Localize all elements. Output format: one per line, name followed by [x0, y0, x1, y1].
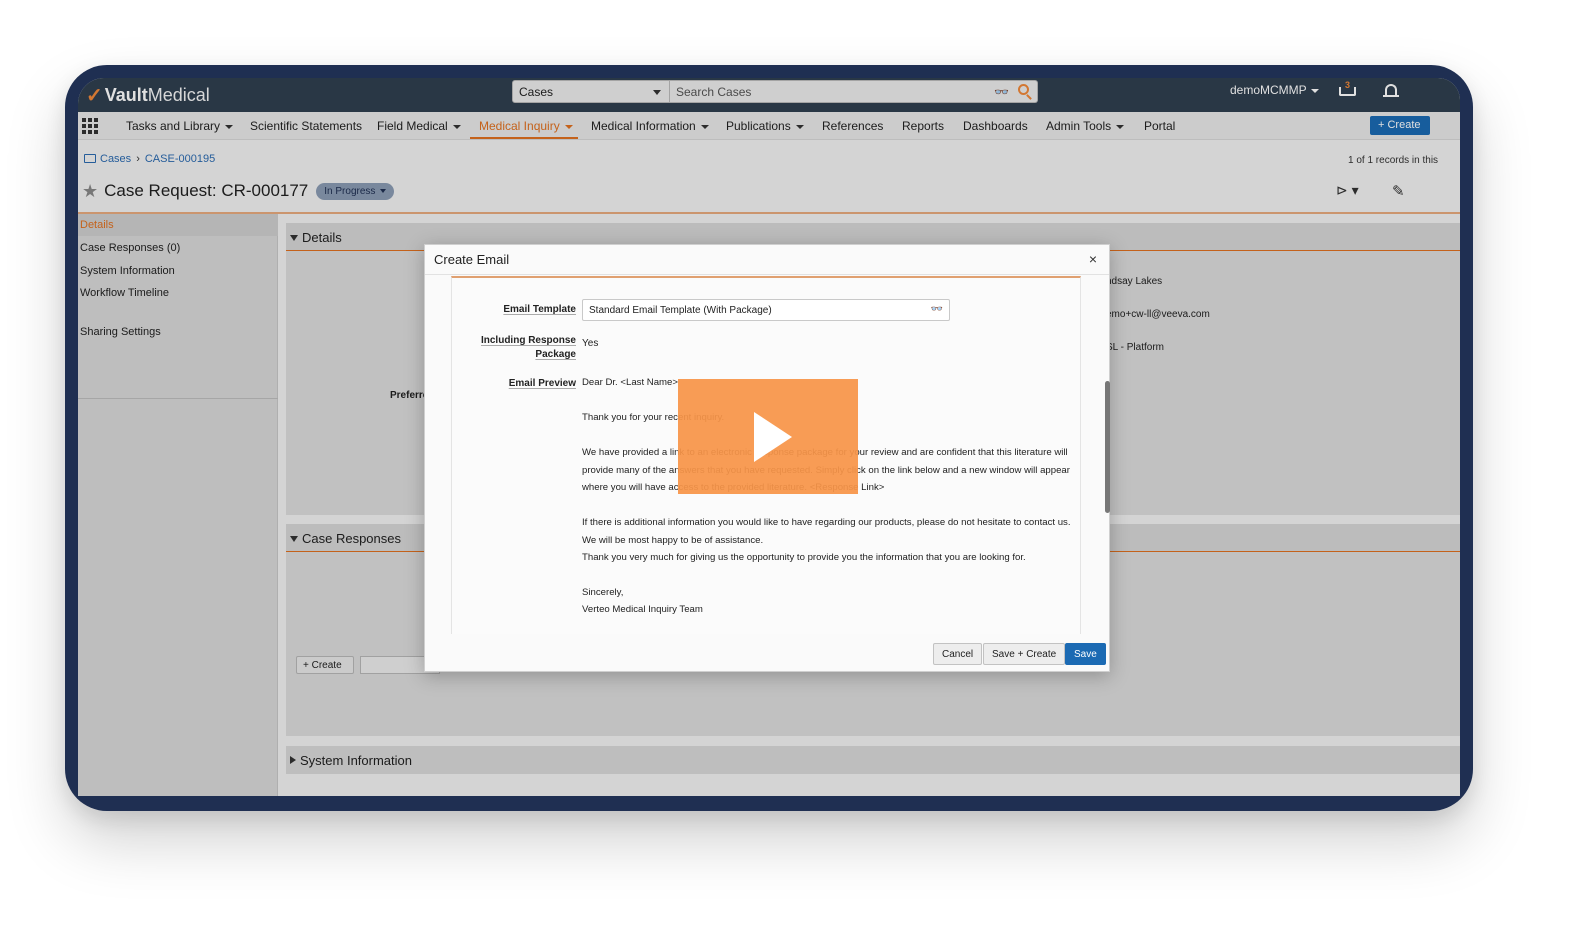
email-preview-label: Email Preview [508, 378, 576, 389]
preview-line: We will be most happy to be of assistanc… [582, 535, 764, 546]
save-create-button[interactable]: Save + Create [983, 643, 1066, 665]
binoculars-icon[interactable]: 👓 [931, 304, 943, 315]
dialog-footer: Cancel Save + Create Save [425, 641, 1109, 673]
email-template-label: Email Template [503, 304, 576, 315]
dialog-header: Create Email × [425, 245, 1109, 275]
including-response-value: Yes [582, 338, 599, 349]
preview-line: Thank you very much for giving us the op… [582, 552, 1026, 563]
email-template-value: Standard Email Template (With Package) [589, 305, 772, 316]
preview-line: Verteo Medical Inquiry Team [582, 604, 703, 615]
email-template-field[interactable]: Standard Email Template (With Package) 👓 [582, 299, 950, 321]
including-response-label: Including Response Package [480, 335, 576, 360]
save-button[interactable]: Save [1065, 643, 1106, 665]
preview-line: Sincerely, [582, 587, 624, 598]
play-icon [754, 412, 792, 462]
preview-line: Dear Dr. <Last Name> [582, 377, 678, 388]
video-play-button[interactable] [678, 379, 858, 494]
cancel-button[interactable]: Cancel [933, 643, 983, 665]
dialog-title: Create Email [434, 252, 510, 267]
preview-line: If there is additional information you w… [582, 517, 1071, 528]
close-icon[interactable]: × [1089, 251, 1097, 267]
dialog-scrollbar[interactable] [1105, 381, 1110, 513]
app-screen: ✓ Vault Medical Cases Search Cases 👓 dem… [78, 78, 1460, 796]
